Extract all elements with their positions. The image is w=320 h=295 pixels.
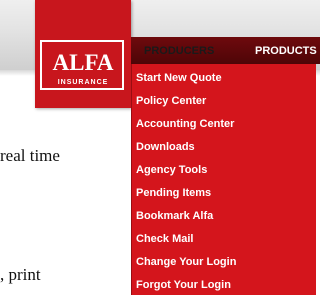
menu-item-accounting-center[interactable]: Accounting Center [136,118,234,131]
menu-item-policy-center[interactable]: Policy Center [136,95,206,108]
menu-item-forgot-your-login[interactable]: Forgot Your Login [136,279,231,292]
menu-item-check-mail[interactable]: Check Mail [136,233,193,246]
menu-item-bookmark-alfa[interactable]: Bookmark Alfa [136,210,213,223]
menu-item-start-new-quote[interactable]: Start New Quote [136,72,222,85]
menu-item-agency-tools[interactable]: Agency Tools [136,164,207,177]
menu-item-change-your-login[interactable]: Change Your Login [136,256,236,269]
nav-producers[interactable]: PRODUCERS [144,45,214,58]
menu-item-pending-items[interactable]: Pending Items [136,187,211,200]
logo-wordmark: ALFA [52,50,114,75]
alfa-insurance-logo[interactable]: ALFA INSURANCE [35,0,131,108]
body-text-line: , print [0,265,41,284]
nav-products[interactable]: PRODUCTS [255,45,317,58]
body-text-line: real time [0,146,60,165]
logo-subtitle: INSURANCE [57,79,109,86]
main-nav: PRODUCERS PRODUCTS [131,37,320,64]
menu-item-downloads[interactable]: Downloads [136,141,195,154]
producers-dropdown-menu: Start New Quote Policy Center Accounting… [131,64,316,295]
